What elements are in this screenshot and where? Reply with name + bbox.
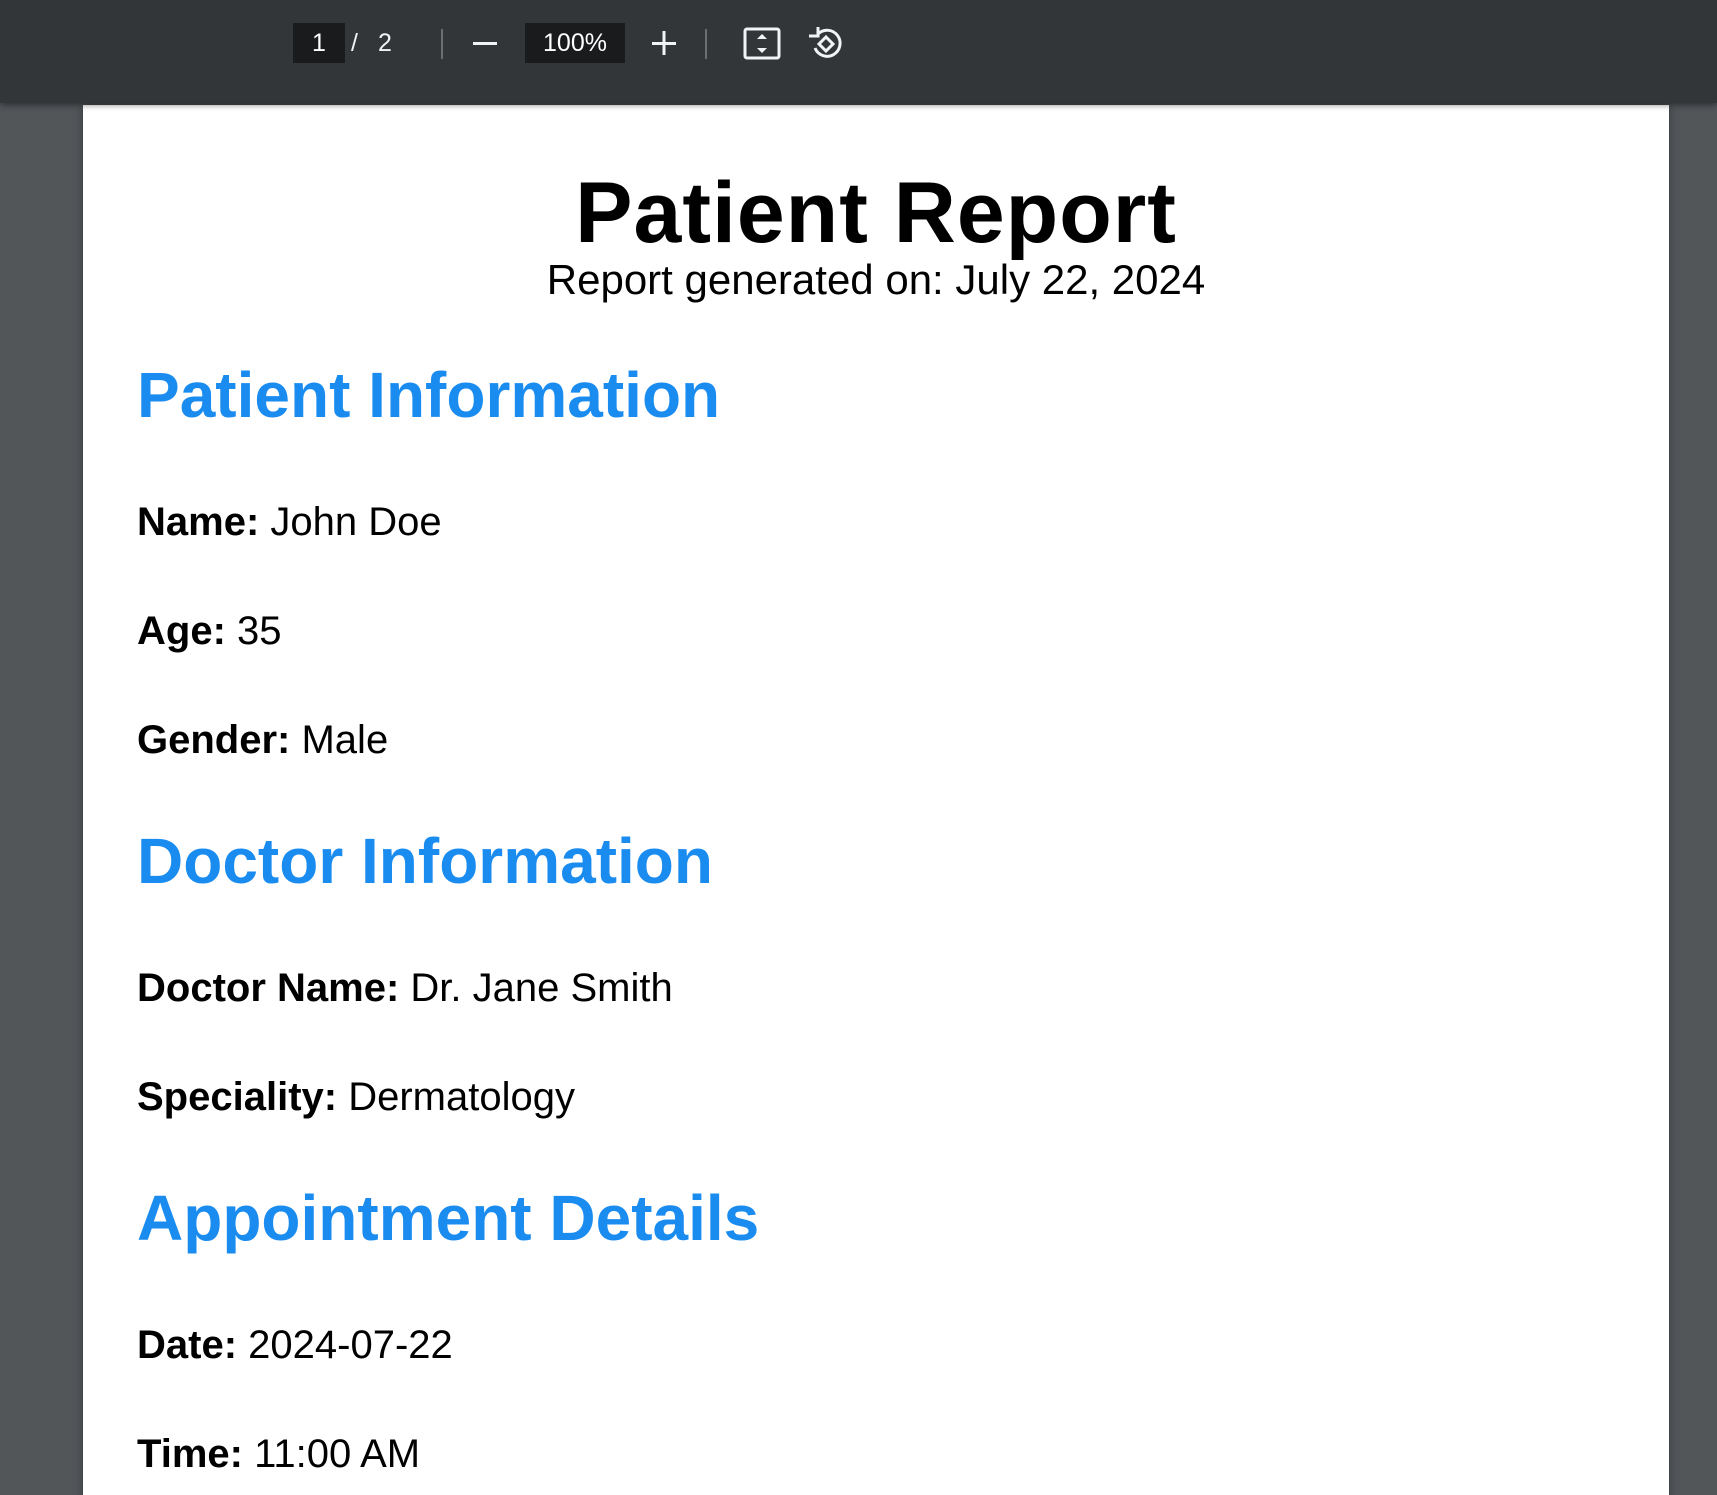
fit-to-page-icon	[743, 27, 781, 60]
field-value: Male	[301, 718, 389, 762]
pdf-toolbar: 1 / 2 100%	[0, 0, 1717, 103]
total-pages: 2	[378, 29, 392, 57]
page-separator: /	[351, 29, 358, 57]
minus-icon	[473, 42, 497, 45]
patient-gender-field: Gender: Male	[137, 716, 388, 764]
appointment-details-heading: Appointment Details	[137, 1182, 760, 1254]
field-value: 2024-07-22	[248, 1323, 453, 1367]
doctor-information-heading: Doctor Information	[137, 825, 713, 897]
appointment-date-field: Date: 2024-07-22	[137, 1321, 453, 1369]
field-label: Age:	[137, 609, 226, 653]
report-generated-date: Report generated on: July 22, 2024	[546, 256, 1206, 303]
zoom-in-button[interactable]	[645, 24, 683, 62]
field-value: Dermatology	[348, 1075, 575, 1119]
patient-age-field: Age: 35	[137, 607, 282, 655]
patient-name-field: Name: John Doe	[137, 498, 442, 546]
toolbar-divider	[441, 29, 443, 59]
field-label: Name:	[137, 500, 260, 544]
field-value: 35	[237, 609, 282, 653]
doctor-speciality-field: Speciality: Dermatology	[137, 1073, 575, 1121]
field-label: Time:	[137, 1432, 243, 1476]
report-title: Patient Report	[575, 165, 1177, 261]
zoom-out-button[interactable]	[466, 24, 504, 62]
field-label: Date:	[137, 1323, 238, 1367]
plus-icon	[652, 31, 676, 55]
rotate-button[interactable]	[806, 24, 846, 64]
patient-information-heading: Patient Information	[137, 359, 721, 431]
field-label: Gender:	[137, 718, 291, 762]
field-label: Speciality:	[137, 1075, 338, 1119]
fit-to-page-button[interactable]	[742, 25, 782, 63]
page-number-input[interactable]: 1	[293, 23, 345, 63]
pdf-viewer: 1 / 2 100% Patient Report Report generat…	[0, 0, 1717, 1495]
field-label: Doctor Name:	[137, 966, 400, 1010]
doctor-name-field: Doctor Name: Dr. Jane Smith	[137, 964, 673, 1012]
field-value: 11:00 AM	[254, 1432, 421, 1476]
appointment-time-field: Time: 11:00 AM	[137, 1430, 420, 1478]
pdf-page: Patient Report Report generated on: July…	[83, 105, 1669, 1495]
field-value: Dr. Jane Smith	[410, 966, 673, 1010]
zoom-level-input[interactable]: 100%	[525, 23, 625, 63]
field-value: John Doe	[270, 500, 442, 544]
toolbar-divider	[705, 29, 707, 59]
rotate-counterclockwise-icon	[809, 27, 842, 58]
